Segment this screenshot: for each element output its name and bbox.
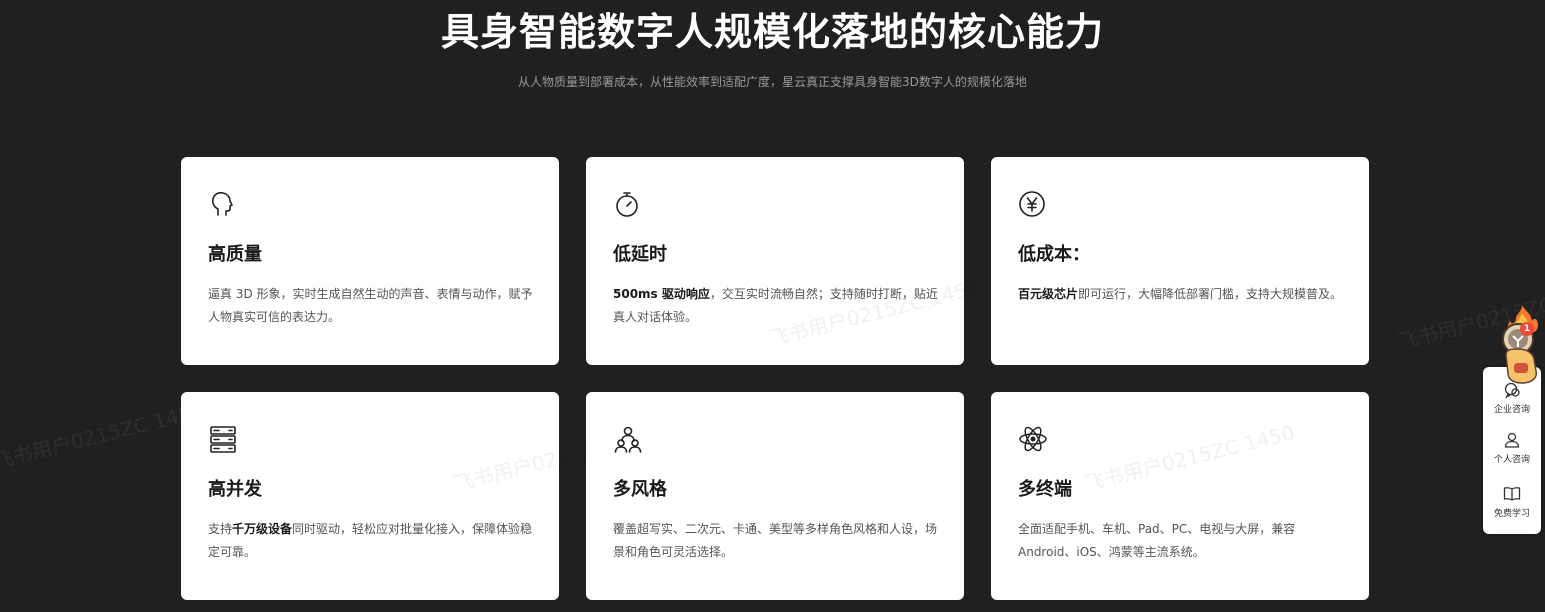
card-description: 百元级芯片即可运行，大幅降低部署门槛，支持大规模普及。 bbox=[1018, 287, 1343, 301]
card-title: 高并发 bbox=[208, 479, 262, 500]
server-stack-icon bbox=[208, 424, 238, 454]
page-subtitle: 从人物质量到部署成本，从性能效率到适配广度，星云真正支撑具身智能3D数字人的规模… bbox=[518, 75, 1027, 89]
assistant-mascot[interactable] bbox=[1494, 303, 1544, 387]
feature-card-styles: 多风格 覆盖超写实、二次元、卡通、美型等多样角色风格和人设，场景和角色可灵活选择… bbox=[586, 392, 964, 600]
page-title: 具身智能数字人规模化落地的核心能力 bbox=[440, 10, 1104, 54]
card-title: 高质量 bbox=[208, 244, 262, 265]
card-description: 500ms 驱动响应，交互实时流畅自然；支持随时打断，贴近真人对话体验。 bbox=[613, 287, 938, 324]
notification-badge: 1 bbox=[1520, 322, 1534, 336]
feature-card-concurrency: 高并发 支持千万级设备同时驱动，轻松应对批量化接入，保障体验稳定可靠。 飞书用户… bbox=[181, 392, 667, 600]
atom-icon bbox=[1018, 424, 1048, 454]
consult-sidebar: 企业咨询 个人咨询 免费学习 bbox=[1483, 367, 1541, 534]
sidebar-item-label: 个人咨询 bbox=[1493, 455, 1530, 465]
feature-card-latency: 低延时 500ms 驱动响应，交互实时流畅自然；支持随时打断，贴近真人对话体验。… bbox=[586, 157, 982, 365]
sidebar-item-free-learning[interactable]: 免费学习 bbox=[1483, 485, 1541, 519]
card-title: 低延时 bbox=[613, 244, 667, 265]
open-book-icon bbox=[1503, 487, 1521, 501]
watermark: 飞书用户0215ZC 1450 bbox=[0, 398, 206, 474]
stopwatch-icon bbox=[613, 189, 643, 219]
users-group-icon bbox=[613, 424, 643, 454]
feature-card-multi-platform: 多终端 全面适配手机、车机、Pad、PC、电视与大屏，兼容 Android、iO… bbox=[991, 392, 1369, 600]
card-title: 多终端 bbox=[1018, 479, 1072, 500]
sidebar-item-label: 企业咨询 bbox=[1493, 405, 1530, 415]
card-description: 逼真 3D 形象，实时生成自然生动的声音、表情与动作，赋予人物真实可信的表达力。 bbox=[208, 287, 533, 324]
card-title: 低成本： bbox=[1018, 244, 1090, 265]
feature-card-cost: 低成本： 百元级芯片即可运行，大幅降低部署门槛，支持大规模普及。 bbox=[991, 157, 1369, 365]
sidebar-item-personal-consult[interactable]: 个人咨询 bbox=[1483, 431, 1541, 465]
person-icon bbox=[1504, 432, 1520, 448]
card-description: 全面适配手机、车机、Pad、PC、电视与大屏，兼容 Android、iOS、鸿蒙… bbox=[1018, 522, 1296, 559]
head-profile-icon bbox=[208, 189, 238, 219]
sidebar-item-label: 免费学习 bbox=[1493, 509, 1530, 519]
yen-coin-icon bbox=[1018, 189, 1048, 219]
card-title: 多风格 bbox=[613, 479, 667, 500]
feature-card-quality: 高质量 逼真 3D 形象，实时生成自然生动的声音、表情与动作，赋予人物真实可信的… bbox=[181, 157, 559, 365]
card-description: 支持千万级设备同时驱动，轻松应对批量化接入，保障体验稳定可靠。 bbox=[208, 522, 533, 559]
card-description: 覆盖超写实、二次元、卡通、美型等多样角色风格和人设，场景和角色可灵活选择。 bbox=[613, 522, 938, 559]
